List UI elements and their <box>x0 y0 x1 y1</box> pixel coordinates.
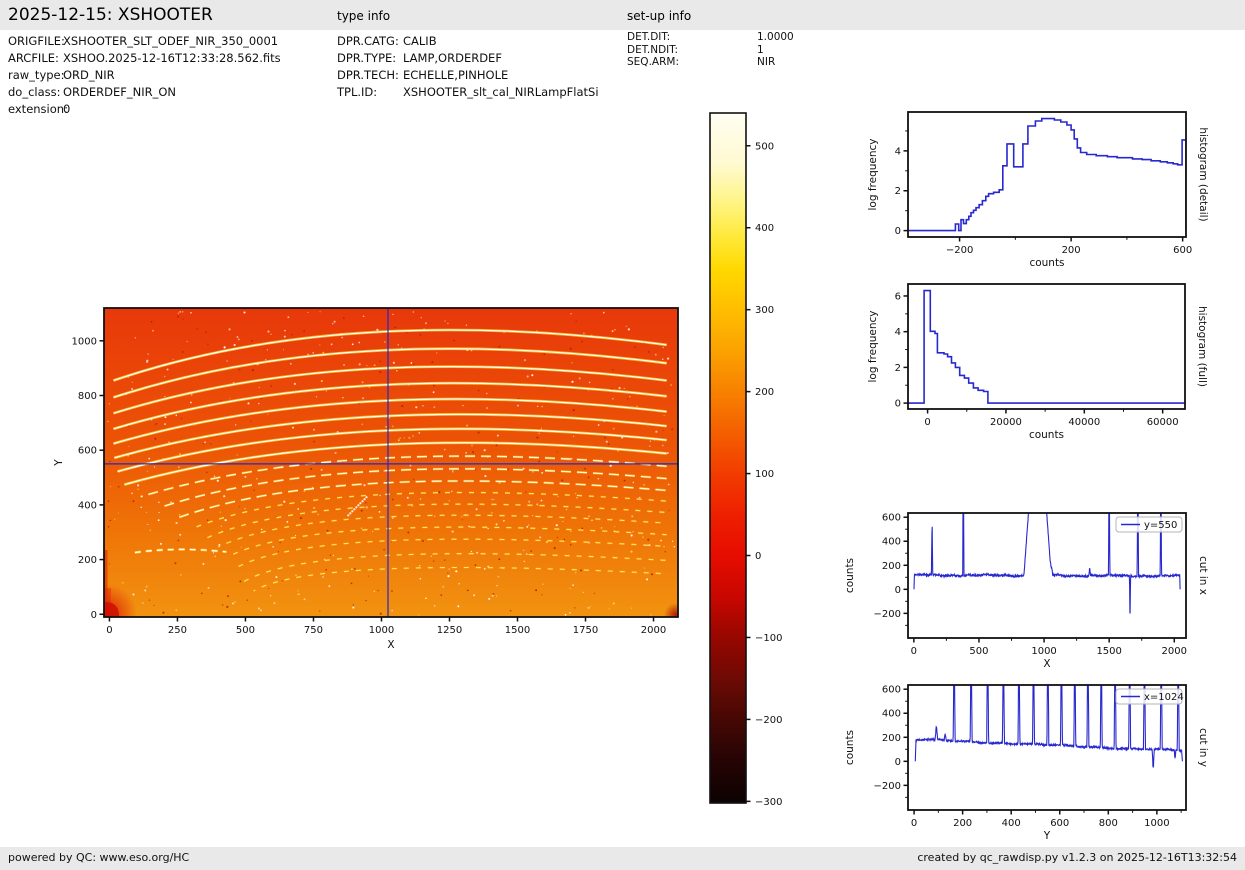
svg-text:2: 2 <box>895 186 901 197</box>
figure-canvas: 0250500750100012501500175020000200400600… <box>0 0 1245 870</box>
svg-text:200: 200 <box>1062 245 1081 256</box>
y-axis-label: counts <box>844 558 856 593</box>
y-axis-label: log frequency <box>867 310 879 382</box>
svg-text:1750: 1750 <box>573 625 598 636</box>
svg-text:60000: 60000 <box>1147 417 1179 428</box>
histogram-detail-plot: −200 200 600 0 2 4 counts log frequency histogra… <box>867 112 1209 269</box>
cut-in-y-plot: x=102402004006008001000−2000200400600Yco… <box>844 656 1209 842</box>
series-line <box>915 656 1182 767</box>
x-axis-label: X <box>1043 658 1050 670</box>
svg-text:600: 600 <box>78 446 97 457</box>
svg-text:200: 200 <box>953 818 972 829</box>
series-line <box>914 466 1180 613</box>
legend-cut-in-y: x=1024 <box>1116 689 1184 704</box>
svg-text:0: 0 <box>755 551 761 562</box>
svg-text:0: 0 <box>895 585 901 596</box>
svg-text:0: 0 <box>106 625 112 636</box>
x-axis-label: counts <box>1029 429 1064 441</box>
svg-text:200: 200 <box>882 733 901 744</box>
svg-text:400: 400 <box>882 537 901 548</box>
x-axis-label: Y <box>1043 830 1051 842</box>
svg-text:4: 4 <box>895 146 901 157</box>
axes-frame <box>908 284 1185 409</box>
svg-text:100: 100 <box>755 469 774 480</box>
y-axis-label: counts <box>844 730 856 765</box>
right-axis-label: cut in y <box>1197 728 1209 767</box>
svg-text:1000: 1000 <box>369 625 394 636</box>
colorbar-gradient <box>710 113 746 803</box>
svg-text:200: 200 <box>755 387 774 398</box>
svg-text:500: 500 <box>755 141 774 152</box>
svg-text:800: 800 <box>78 391 97 402</box>
y-axis-label: log frequency <box>867 138 879 210</box>
svg-text:2000: 2000 <box>1162 646 1187 657</box>
svg-text:750: 750 <box>304 625 323 636</box>
svg-text:−100: −100 <box>755 633 782 644</box>
svg-text:400: 400 <box>882 709 901 720</box>
svg-text:0: 0 <box>924 417 930 428</box>
svg-text:−200: −200 <box>874 609 901 620</box>
bottom-right-artifact <box>664 603 688 627</box>
histogram-full-plot: 0 20000 40000 60000 0 2 4 6 counts log frequency h… <box>867 284 1208 441</box>
svg-text:2: 2 <box>895 363 901 374</box>
y-axis-label: Y <box>53 459 65 467</box>
series-line <box>908 119 1186 231</box>
svg-text:0: 0 <box>911 646 917 657</box>
svg-text:1500: 1500 <box>505 625 530 636</box>
svg-text:1000: 1000 <box>1031 646 1056 657</box>
svg-text:−200: −200 <box>755 715 782 726</box>
legend-label: x=1024 <box>1144 692 1184 703</box>
svg-text:2000: 2000 <box>641 625 666 636</box>
svg-text:500: 500 <box>969 646 988 657</box>
svg-text:200: 200 <box>78 555 97 566</box>
svg-text:200: 200 <box>882 561 901 572</box>
svg-text:300: 300 <box>755 305 774 316</box>
svg-text:600: 600 <box>882 685 901 696</box>
svg-text:1250: 1250 <box>437 625 462 636</box>
detector-image-plot: 0 250 500 750 1000 1250 1500 1750 2000 0 200 400 600… <box>53 308 688 651</box>
svg-text:0: 0 <box>91 610 97 621</box>
legend-cut-in-x: y=550 <box>1116 517 1182 532</box>
svg-text:−300: −300 <box>755 797 782 808</box>
footer-left-text: powered by QC: www.eso.org/HC <box>8 851 189 864</box>
svg-text:20000: 20000 <box>990 417 1022 428</box>
cut-in-x-plot: y=550 0 500 1000 1500 2000 −200 0 200 400 600 Xcoun… <box>844 466 1209 670</box>
right-axis-label: histogram (detail) <box>1197 127 1209 221</box>
svg-text:600: 600 <box>1173 245 1192 256</box>
svg-text:600: 600 <box>1050 818 1069 829</box>
x-axis-label: counts <box>1029 257 1064 269</box>
svg-text:1500: 1500 <box>1096 646 1121 657</box>
svg-text:600: 600 <box>882 513 901 524</box>
svg-text:1000: 1000 <box>1144 818 1169 829</box>
right-axis-label: histogram (full) <box>1196 306 1208 387</box>
svg-text:250: 250 <box>168 625 187 636</box>
svg-text:400: 400 <box>78 500 97 511</box>
footer-right-text: created by qc_rawdisp.py v1.2.3 on 2025-… <box>917 851 1237 864</box>
svg-text:0: 0 <box>895 226 901 237</box>
svg-text:500: 500 <box>236 625 255 636</box>
svg-text:4: 4 <box>895 327 901 338</box>
series-line <box>908 291 1185 404</box>
svg-text:0: 0 <box>911 818 917 829</box>
svg-text:40000: 40000 <box>1068 417 1100 428</box>
svg-text:−200: −200 <box>946 245 973 256</box>
svg-text:400: 400 <box>755 223 774 234</box>
x-axis-label: X <box>387 639 394 651</box>
axes-frame <box>908 112 1186 237</box>
svg-text:1000: 1000 <box>72 336 97 347</box>
qc-report-page: 2025-12-15: XSHOOTER type info set-up in… <box>0 0 1245 870</box>
colorbar: 500 400 300 200 100 0 −100 −200 −300 <box>710 113 782 808</box>
svg-text:−200: −200 <box>874 781 901 792</box>
svg-text:6: 6 <box>895 291 901 302</box>
right-axis-label: cut in x <box>1197 556 1209 595</box>
svg-text:0: 0 <box>895 757 901 768</box>
svg-text:0: 0 <box>895 399 901 410</box>
svg-text:800: 800 <box>1099 818 1118 829</box>
svg-text:400: 400 <box>1002 818 1021 829</box>
legend-label: y=550 <box>1144 520 1177 531</box>
